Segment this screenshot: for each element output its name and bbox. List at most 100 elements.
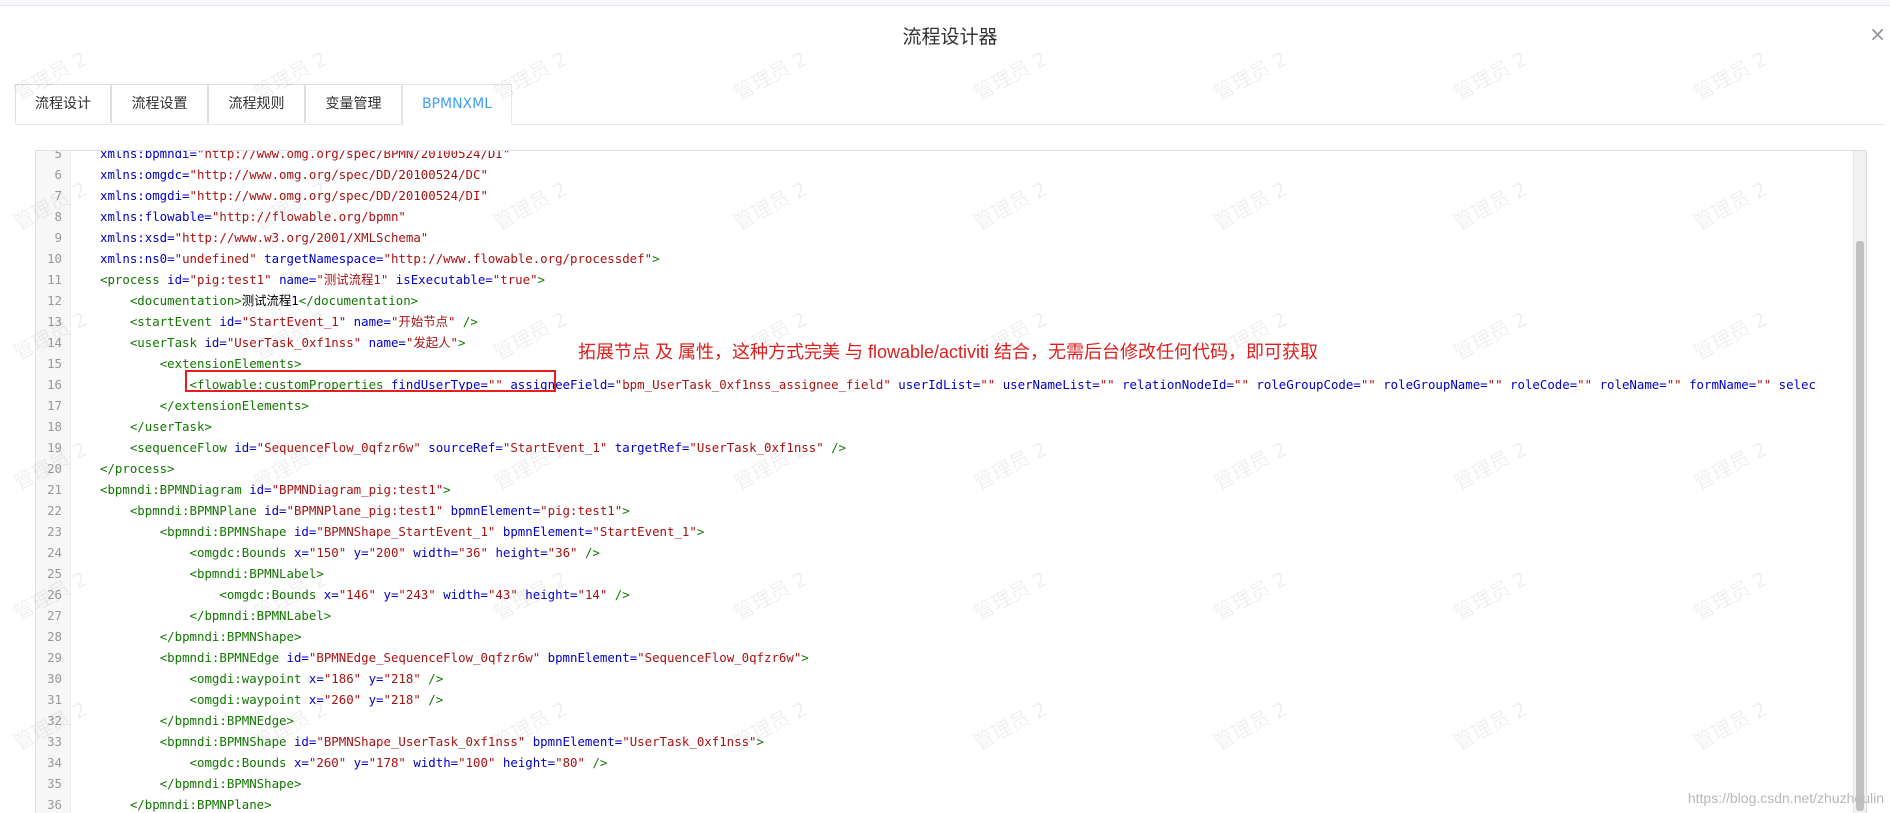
tab-variable-management[interactable]: 变量管理: [305, 84, 402, 123]
token-tag: </documentation>: [298, 293, 419, 308]
code-line: 31 <omgdi:waypoint x="260" y="218" />: [36, 689, 1866, 710]
token-tag: >: [652, 251, 660, 266]
token-attr: id=: [293, 734, 317, 749]
tab-process-rules[interactable]: 流程规则: [208, 84, 305, 123]
token-tag: </userTask>: [129, 419, 212, 434]
line-number: 8: [54, 209, 62, 224]
line-number: 16: [47, 377, 62, 392]
token-val: "http://www.flowable.org/processdef": [383, 251, 653, 266]
token-attr: x=: [293, 755, 309, 770]
token-val: "SequenceFlow_0qfzr6w": [256, 440, 421, 455]
token-attr: bpmnElement=: [547, 650, 638, 665]
token-attr: roleGroupName=: [1383, 377, 1488, 392]
token-tag: <bpmndi:BPMNPlane: [129, 503, 265, 518]
token-val: "BPMNShape_UserTask_0xf1nss": [316, 734, 526, 749]
token-attr: name=: [353, 314, 391, 329]
line-number: 13: [47, 314, 62, 329]
token-attr: assigneeField=: [510, 377, 615, 392]
close-icon[interactable]: ×: [1869, 24, 1886, 44]
code-line: 12 <documentation>测试流程1</documentation>: [36, 290, 1866, 311]
code-text: xmlns:flowable="http://flowable.org/bpmn…: [100, 206, 406, 227]
code-text: <extensionElements>: [100, 353, 302, 374]
token-tag: <omgdi:waypoint: [189, 692, 309, 707]
token-tag: <omgdc:Bounds: [189, 755, 294, 770]
token-attr: sourceRef=: [428, 440, 503, 455]
token-val: "BPMNPlane_pig:test1": [286, 503, 444, 518]
tab-process-settings[interactable]: 流程设置: [111, 84, 208, 123]
code-line: 28 </bpmndi:BPMNShape>: [36, 626, 1866, 647]
token-tag: />: [420, 692, 444, 707]
token-val: "": [1099, 377, 1115, 392]
token-attr: id=: [264, 503, 287, 518]
tab-process-design[interactable]: 流程设计: [15, 84, 111, 123]
code-lines: 5 xmlns:bpmndi="http://www.omg.org/spec/B…: [36, 150, 1866, 813]
code-text: <documentation>测试流程1</documentation>: [100, 290, 418, 311]
token-tag: </bpmndi:BPMNShape>: [159, 776, 302, 791]
line-number: 29: [47, 650, 62, 665]
token-attr: id=: [167, 272, 190, 287]
code-line: 7 xmlns:omgdi="http://www.omg.org/spec/DD…: [36, 185, 1866, 206]
tab-bar: 流程设计 流程设置 流程规则 变量管理 BPMNXML: [15, 84, 1885, 125]
code-line: 26 <omgdc:Bounds x="146" y="243" width="…: [36, 584, 1866, 605]
code-line: 27 </bpmndi:BPMNLabel>: [36, 605, 1866, 626]
token-val: "100": [458, 755, 496, 770]
token-val: "200": [368, 545, 406, 560]
token-attr: targetNamespace=: [264, 251, 384, 266]
code-line: 16 <flowable:customProperties findUserTy…: [36, 374, 1866, 395]
line-number: 34: [47, 755, 62, 770]
line-number: 20: [47, 461, 62, 476]
line-number: 23: [47, 524, 62, 539]
code-text: <startEvent id="StartEvent_1" name="开始节点…: [100, 311, 478, 332]
code-line: 18 </userTask>: [36, 416, 1866, 437]
token-attr: bpmnElement=: [502, 524, 593, 539]
token-val: "pig:test1": [189, 272, 272, 287]
token-attr: height=: [502, 755, 556, 770]
line-number: 7: [54, 188, 62, 203]
token-attr: id=: [219, 314, 242, 329]
token-tag: </process>: [100, 461, 175, 476]
token-val: "undefined": [174, 251, 257, 266]
token-tag: <startEvent: [129, 314, 220, 329]
token-attr: height=: [495, 545, 548, 560]
token-attr: x=: [293, 545, 309, 560]
token-tag: <bpmndi:BPMNDiagram: [100, 482, 250, 497]
token-attr: targetRef=: [614, 440, 690, 455]
token-attr: id=: [286, 650, 309, 665]
xml-code-editor[interactable]: 5 xmlns:bpmndi="http://www.omg.org/spec/B…: [35, 150, 1867, 813]
tab-bpmnxml[interactable]: BPMNXML: [402, 84, 512, 125]
token-val: "StartEvent_1": [241, 314, 347, 329]
token-tag: >: [756, 734, 764, 749]
token-attr: xmlns:bpmndi=: [100, 150, 197, 161]
token-tag: <bpmndi:BPMNEdge: [159, 650, 287, 665]
code-text: <bpmndi:BPMNEdge id="BPMNEdge_SequenceFl…: [100, 647, 809, 668]
line-number: 21: [47, 482, 62, 497]
code-line: 8 xmlns:flowable="http://flowable.org/bpm…: [36, 206, 1866, 227]
token-tag: </bpmndi:BPMNPlane>: [129, 797, 272, 812]
token-val: "BPMNEdge_SequenceFlow_0qfzr6w": [308, 650, 541, 665]
token-attr: width=: [413, 755, 459, 770]
code-line: 36 </bpmndi:BPMNPlane>: [36, 794, 1866, 813]
token-val: "": [487, 377, 503, 392]
code-line: 34 <omgdc:Bounds x="260" y="178" width="…: [36, 752, 1866, 773]
scrollbar-thumb[interactable]: [1856, 241, 1864, 811]
token-attr: x=: [308, 692, 324, 707]
code-text: xmlns:omgdc="http://www.omg.org/spec/DD/…: [100, 164, 488, 185]
token-attr: roleGroupCode=: [1256, 377, 1361, 392]
code-line: 24 <omgdc:Bounds x="150" y="200" width="…: [36, 542, 1866, 563]
vertical-scrollbar[interactable]: [1853, 151, 1866, 813]
token-attr: x=: [308, 671, 324, 686]
